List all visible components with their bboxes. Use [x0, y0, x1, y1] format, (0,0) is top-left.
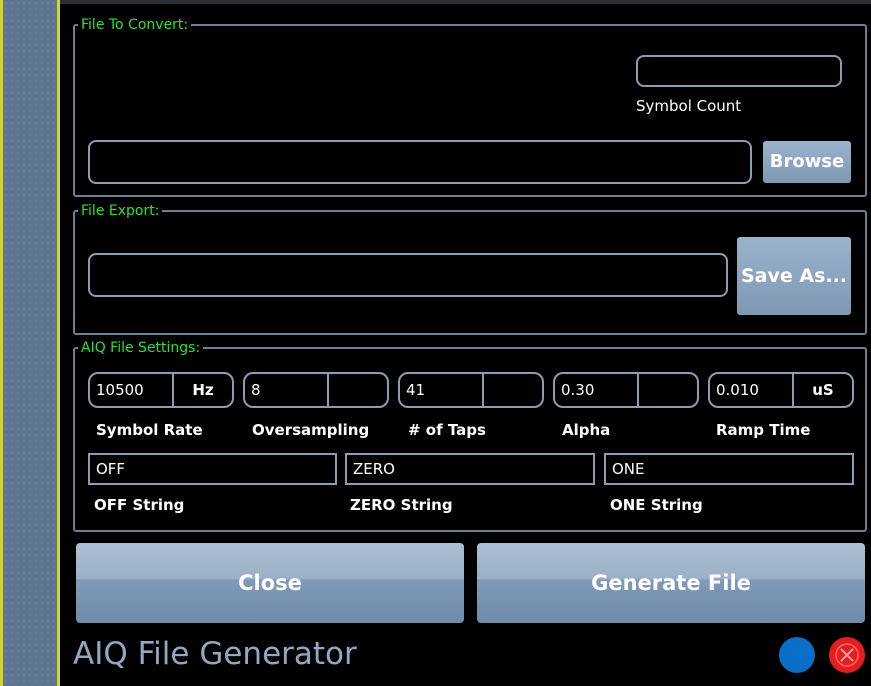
alpha-value[interactable]: 0.30 — [555, 374, 637, 406]
info-circle-icon[interactable] — [779, 637, 815, 673]
ramp-time-unit[interactable]: uS — [792, 374, 852, 406]
off-string-label: OFF String — [94, 496, 185, 514]
ramp-time-label: Ramp Time — [716, 421, 811, 439]
taps-field[interactable]: 41 — [398, 372, 544, 408]
symbol-rate-value[interactable]: 10500 — [90, 374, 172, 406]
zero-string-label: ZERO String — [350, 496, 453, 514]
oversampling-unit[interactable] — [327, 374, 387, 406]
alpha-field[interactable]: 0.30 — [553, 372, 699, 408]
file-to-convert-input[interactable] — [88, 140, 752, 184]
ramp-time-field[interactable]: 0.010 uS — [708, 372, 854, 408]
oversampling-value[interactable]: 8 — [245, 374, 327, 406]
x-mark-icon — [835, 643, 859, 667]
save-as-button[interactable]: Save As... — [737, 237, 851, 315]
alpha-label: Alpha — [562, 421, 611, 439]
one-string-label: ONE String — [610, 496, 703, 514]
left-sidebar — [0, 0, 60, 686]
file-to-convert-legend: File To Convert: — [78, 17, 192, 33]
browse-button[interactable]: Browse — [763, 141, 851, 183]
symbol-rate-field[interactable]: 10500 Hz — [88, 372, 234, 408]
close-circle-icon[interactable] — [829, 637, 865, 673]
oversampling-field[interactable]: 8 — [243, 372, 389, 408]
symbol-rate-label: Symbol Rate — [96, 421, 203, 439]
alpha-unit[interactable] — [637, 374, 697, 406]
off-string-field[interactable]: OFF — [88, 453, 337, 485]
close-button[interactable]: Close — [76, 543, 464, 623]
file-export-legend: File Export: — [78, 203, 163, 219]
taps-unit[interactable] — [482, 374, 542, 406]
symbol-rate-unit[interactable]: Hz — [172, 374, 232, 406]
zero-string-field[interactable]: ZERO — [345, 453, 595, 485]
top-border — [60, 0, 871, 4]
window-title: AIQ File Generator — [73, 636, 357, 672]
oversampling-label: Oversampling — [252, 421, 370, 439]
taps-value[interactable]: 41 — [400, 374, 482, 406]
aiq-file-settings-legend: AIQ File Settings: — [78, 340, 204, 356]
file-export-input[interactable] — [88, 253, 728, 297]
one-string-field[interactable]: ONE — [604, 453, 854, 485]
symbol-count-field[interactable] — [636, 55, 842, 87]
symbol-count-label: Symbol Count — [636, 97, 742, 115]
generate-file-button[interactable]: Generate File — [477, 543, 865, 623]
ramp-time-value[interactable]: 0.010 — [710, 374, 792, 406]
taps-label: # of Taps — [408, 421, 486, 439]
